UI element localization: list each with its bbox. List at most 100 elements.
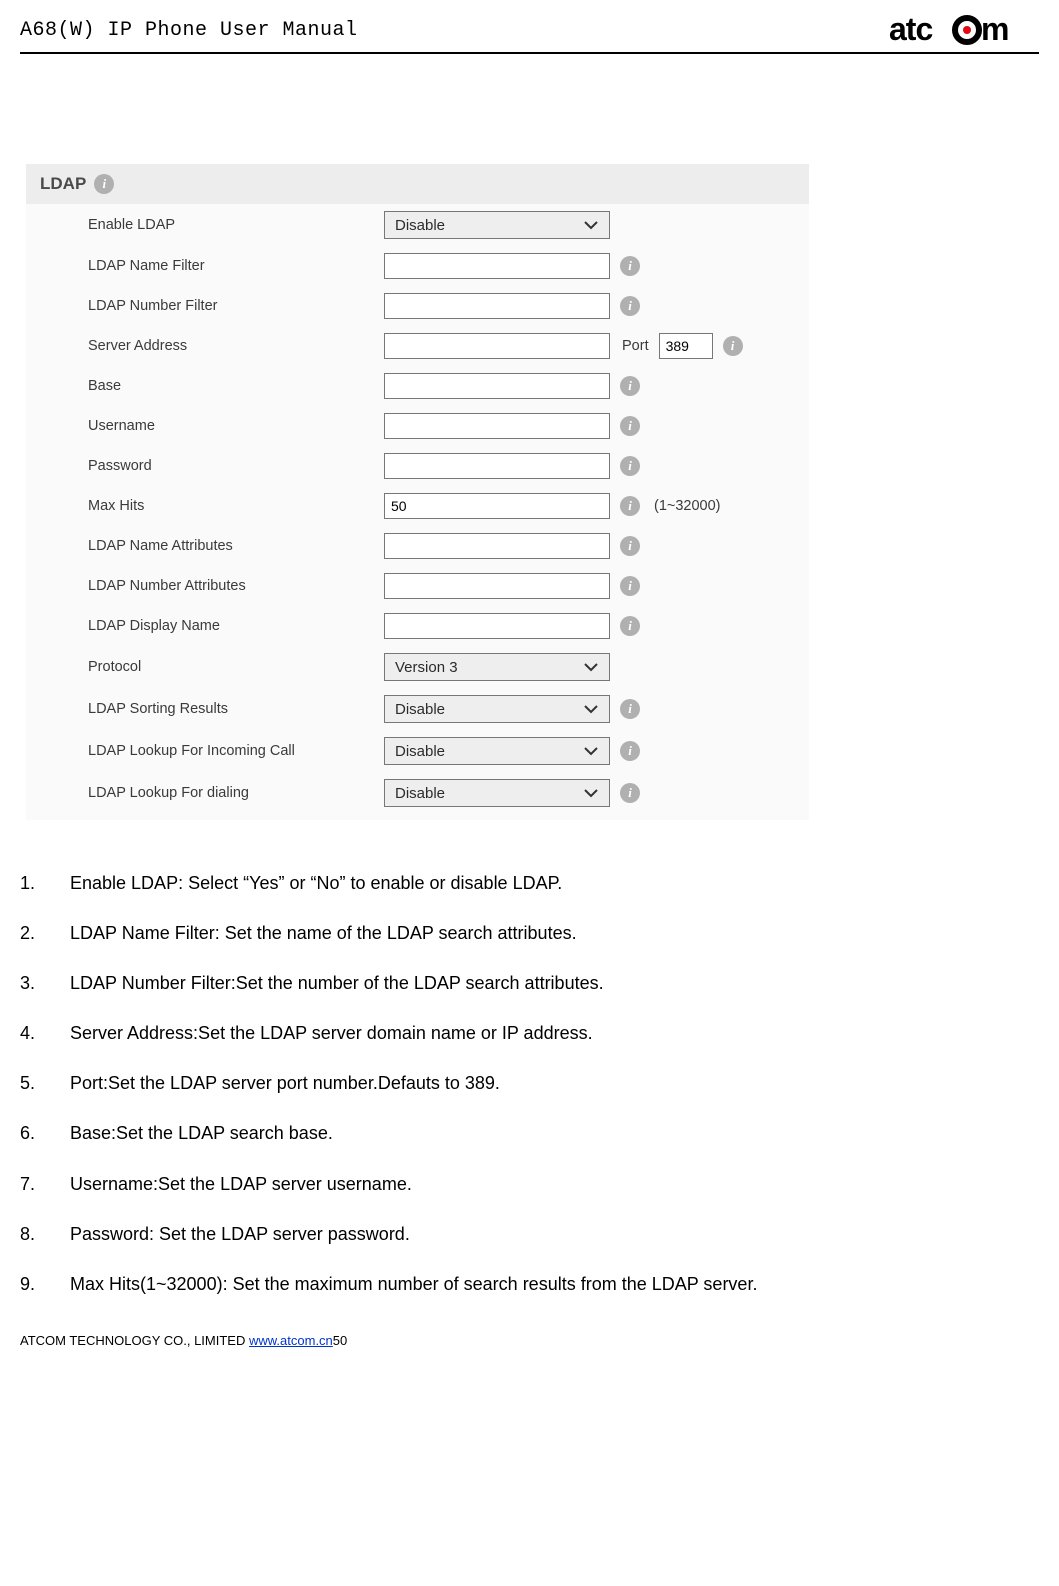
instruction-number: 9. [20, 1271, 70, 1297]
instructions-list: 1.Enable LDAP: Select “Yes” or “No” to e… [20, 870, 1039, 1297]
form-row: Server AddressPorti [26, 326, 809, 366]
port-input[interactable] [659, 333, 713, 359]
page-header: A68(W) IP Phone User Manual atc m [20, 0, 1039, 54]
form-row: LDAP Lookup For Incoming CallDisablei [26, 730, 809, 772]
form-label: LDAP Number Filter [88, 298, 384, 314]
form-row: Passwordi [26, 446, 809, 486]
select-value: Disable [395, 217, 445, 234]
hint-text: (1~32000) [654, 498, 721, 514]
form-control-cell: Disable [384, 211, 610, 239]
form-row: Usernamei [26, 406, 809, 446]
info-icon[interactable]: i [620, 376, 640, 396]
instruction-item: 9.Max Hits(1~32000): Set the maximum num… [20, 1271, 1039, 1297]
instruction-item: 4.Server Address:Set the LDAP server dom… [20, 1020, 1039, 1046]
form-label: LDAP Lookup For dialing [88, 785, 384, 801]
page-footer: ATCOM TECHNOLOGY CO., LIMITED www.atcom.… [20, 1333, 1039, 1348]
instruction-item: 2.LDAP Name Filter: Set the name of the … [20, 920, 1039, 946]
instruction-text: Base:Set the LDAP search base. [70, 1120, 1039, 1146]
instruction-item: 5.Port:Set the LDAP server port number.D… [20, 1070, 1039, 1096]
select-value: Version 3 [395, 659, 458, 676]
chevron-down-icon [583, 662, 599, 672]
form-label: Enable LDAP [88, 217, 384, 233]
form-row: Max Hitsi(1~32000) [26, 486, 809, 526]
form-control-cell: i [384, 413, 640, 439]
select-value: Disable [395, 701, 445, 718]
info-icon[interactable]: i [723, 336, 743, 356]
instruction-number: 7. [20, 1171, 70, 1197]
instruction-text: Enable LDAP: Select “Yes” or “No” to ena… [70, 870, 1039, 896]
text-input[interactable] [384, 573, 610, 599]
form-row: LDAP Name Attributesi [26, 526, 809, 566]
instruction-text: Server Address:Set the LDAP server domai… [70, 1020, 1039, 1046]
chevron-down-icon [583, 704, 599, 714]
form-control-cell: Disable i [384, 779, 640, 807]
text-input[interactable] [384, 253, 610, 279]
form-row: LDAP Number Attributes i [26, 566, 809, 606]
form-control-cell: i (1~32000) [384, 493, 721, 519]
info-icon[interactable]: i [620, 416, 640, 436]
form-row: LDAP Name Filteri [26, 246, 809, 286]
svg-text:m: m [981, 11, 1009, 47]
text-input[interactable] [384, 453, 610, 479]
form-label: LDAP Display Name [88, 618, 384, 634]
instruction-item: 1.Enable LDAP: Select “Yes” or “No” to e… [20, 870, 1039, 896]
form-control-cell: i [384, 253, 640, 279]
port-label: Port [622, 338, 649, 354]
info-icon[interactable]: i [620, 496, 640, 516]
instruction-item: 6.Base:Set the LDAP search base. [20, 1120, 1039, 1146]
info-icon[interactable]: i [620, 536, 640, 556]
form-control-cell: i [384, 573, 640, 599]
instruction-number: 6. [20, 1120, 70, 1146]
form-control-cell: Version 3 [384, 653, 610, 681]
text-input[interactable] [384, 613, 610, 639]
text-input[interactable] [384, 493, 610, 519]
form-control-cell: Disable i [384, 737, 640, 765]
form-label: LDAP Number Attributes [88, 578, 384, 594]
info-icon[interactable]: i [620, 741, 640, 761]
footer-link[interactable]: www.atcom.cn [249, 1333, 333, 1348]
text-input[interactable] [384, 533, 610, 559]
info-icon[interactable]: i [620, 456, 640, 476]
form-control-cell: i [384, 533, 640, 559]
form-label: Base [88, 378, 384, 394]
info-icon[interactable]: i [620, 783, 640, 803]
info-icon[interactable]: i [94, 174, 114, 194]
text-input[interactable] [384, 293, 610, 319]
form-label: LDAP Sorting Results [88, 701, 384, 717]
form-row: Enable LDAP Disable [26, 204, 809, 246]
form-row: LDAP Number Filter i [26, 286, 809, 326]
instruction-number: 8. [20, 1221, 70, 1247]
brand-logo: atc m [889, 10, 1039, 50]
info-icon[interactable]: i [620, 296, 640, 316]
chevron-down-icon [583, 220, 599, 230]
select-box[interactable]: Version 3 [384, 653, 610, 681]
instruction-item: 3.LDAP Number Filter:Set the number of t… [20, 970, 1039, 996]
instruction-text: Max Hits(1~32000): Set the maximum numbe… [70, 1271, 1039, 1297]
instruction-text: Password: Set the LDAP server password. [70, 1221, 1039, 1247]
form-control-cell: i [384, 373, 640, 399]
instruction-item: 8.Password: Set the LDAP server password… [20, 1221, 1039, 1247]
select-box[interactable]: Disable [384, 779, 610, 807]
instruction-number: 1. [20, 870, 70, 896]
info-icon[interactable]: i [620, 576, 640, 596]
info-icon[interactable]: i [620, 616, 640, 636]
select-box[interactable]: Disable [384, 211, 610, 239]
svg-text:atc: atc [889, 11, 932, 47]
text-input[interactable] [384, 413, 610, 439]
info-icon[interactable]: i [620, 256, 640, 276]
instruction-number: 4. [20, 1020, 70, 1046]
select-box[interactable]: Disable [384, 737, 610, 765]
text-input[interactable] [384, 333, 610, 359]
footer-page: 50 [333, 1333, 347, 1348]
form-label: Protocol [88, 659, 384, 675]
instruction-text: LDAP Name Filter: Set the name of the LD… [70, 920, 1039, 946]
info-icon[interactable]: i [620, 699, 640, 719]
text-input[interactable] [384, 373, 610, 399]
instruction-item: 7.Username:Set the LDAP server username. [20, 1171, 1039, 1197]
page-header-title: A68(W) IP Phone User Manual [20, 19, 358, 42]
form-row: LDAP Sorting Results Disable i [26, 688, 809, 730]
select-box[interactable]: Disable [384, 695, 610, 723]
form-control-cell: i [384, 453, 640, 479]
form-control-cell: Disable i [384, 695, 640, 723]
form-control-cell: Port i [384, 333, 743, 359]
